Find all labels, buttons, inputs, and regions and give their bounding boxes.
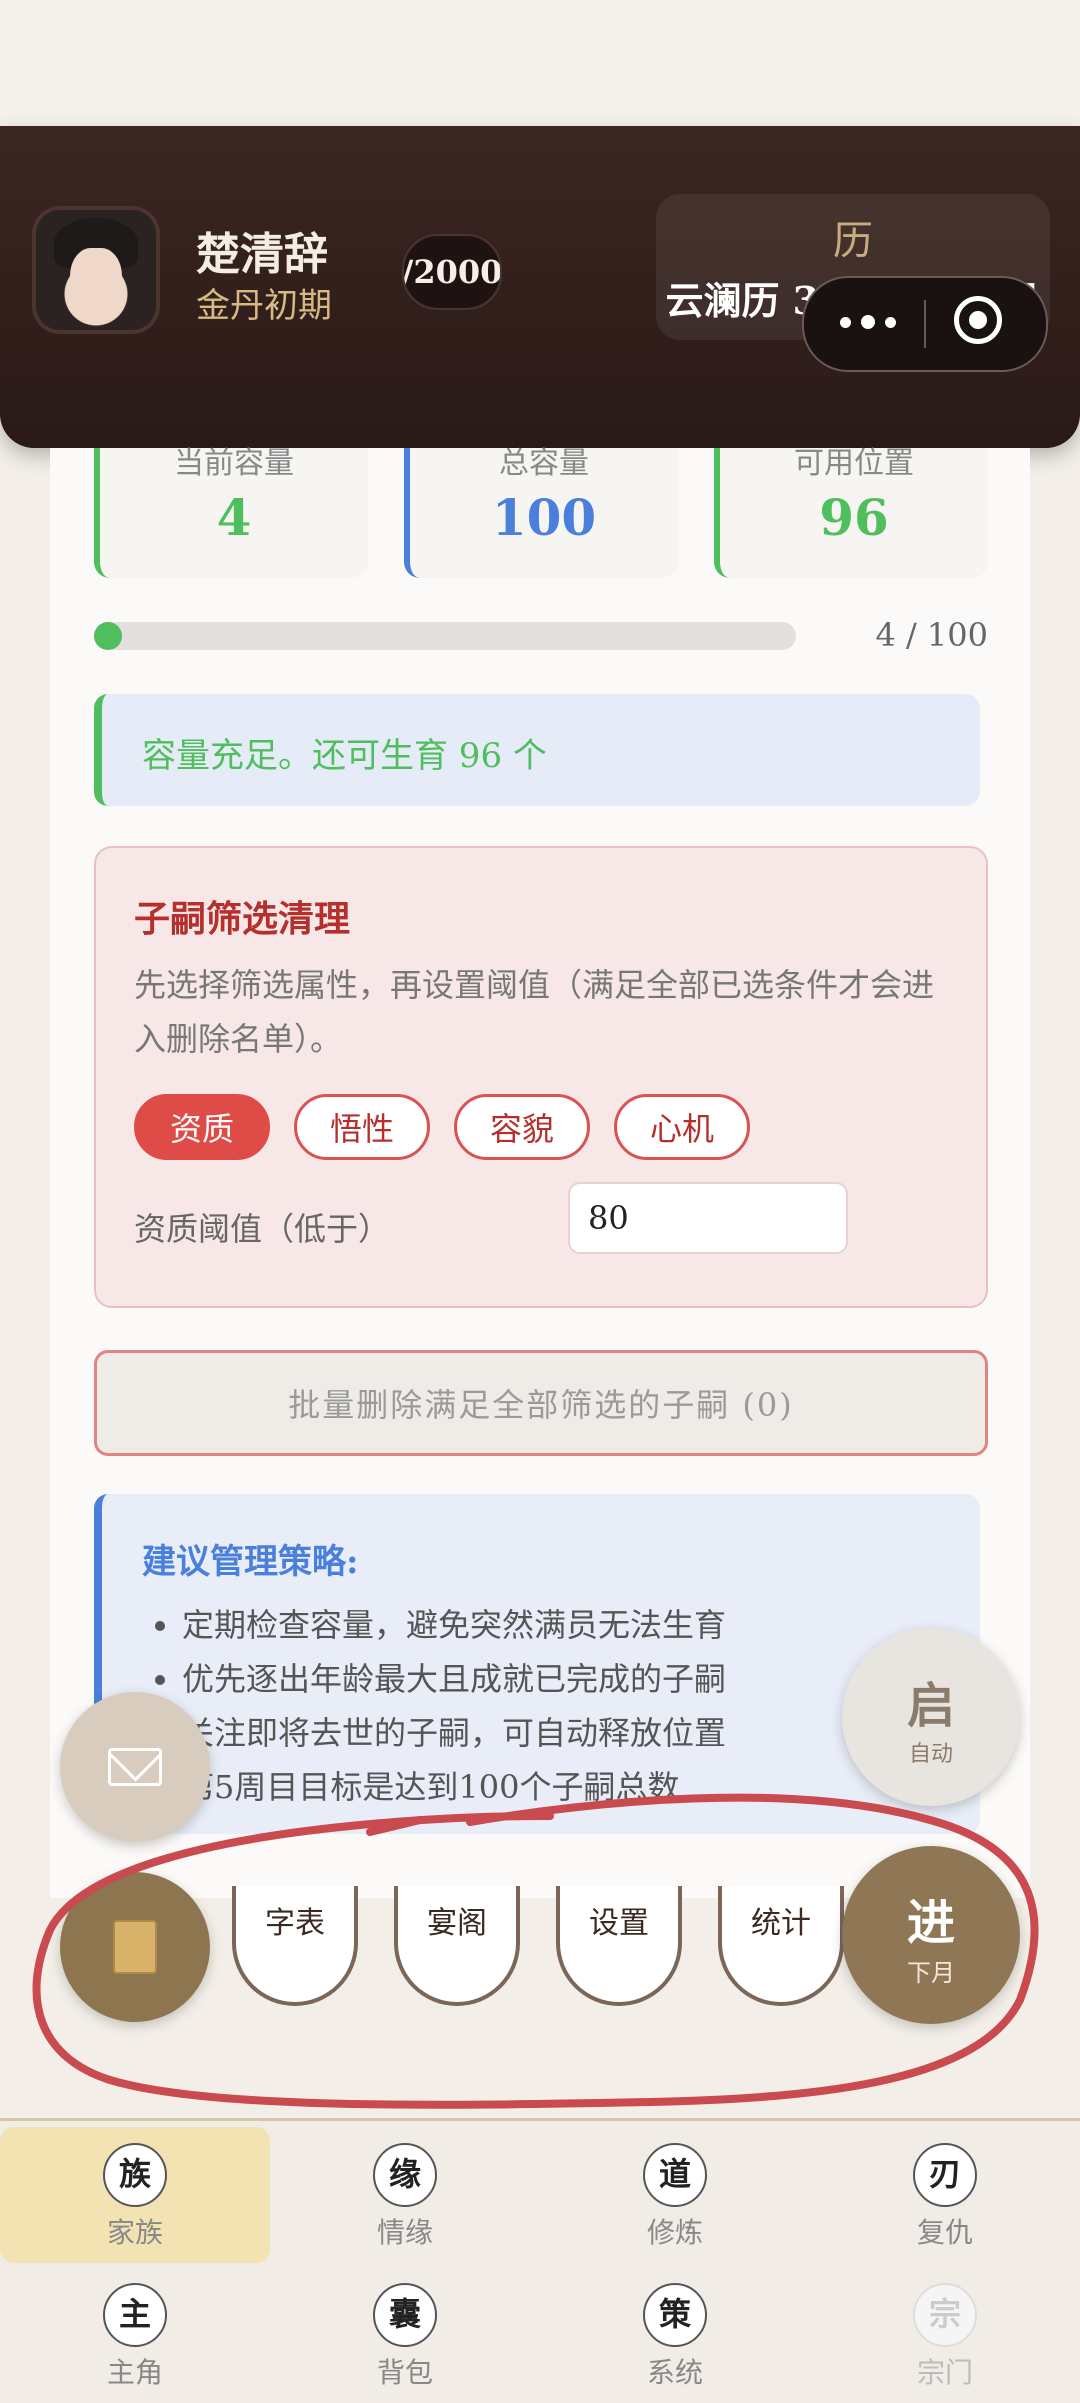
capacity-progress-fill <box>94 622 123 650</box>
chip-scheming[interactable]: 心机 <box>614 1094 750 1160</box>
experience-pill: /2000 <box>402 234 502 310</box>
nav-badge: 策 <box>643 2283 707 2347</box>
advice-list: 定期检查容量，避免突然满员无法生育 优先逐出年龄最大且成就已完成的子嗣 关注即将… <box>142 1598 862 1814</box>
character-name: 楚清辞 <box>196 229 328 280</box>
threshold-input[interactable] <box>568 1182 848 1254</box>
capacity-notice: 容量充足。还可生育 96 个 <box>94 694 980 806</box>
next-button-sublabel: 下月 <box>907 1958 955 1987</box>
chip-comprehension[interactable]: 悟性 <box>294 1094 430 1160</box>
close-target-icon[interactable] <box>954 296 1002 344</box>
nav-item-family[interactable]: 族 家族 <box>0 2121 270 2263</box>
nav-item-cultivation[interactable]: 道 修炼 <box>540 2121 810 2261</box>
tab-card[interactable]: 统计 <box>718 1886 844 2006</box>
nav-item-bag[interactable]: 囊 背包 <box>270 2261 540 2401</box>
nav-label: 背包 <box>376 2356 433 2389</box>
nav-badge: 宗 <box>913 2283 977 2347</box>
stat-total-capacity: 总容量 100 <box>404 446 678 578</box>
list-item: 定期检查容量，避免突然满员无法生育 <box>182 1598 862 1652</box>
capsule-divider <box>924 300 926 348</box>
scroll-icon <box>113 1920 157 1974</box>
list-item: 优先逐出年龄最大且成就已完成的子嗣 <box>182 1652 862 1706</box>
tab-card[interactable]: 宴阁 <box>394 1886 520 2006</box>
filter-title: 子嗣筛选清理 <box>134 898 351 940</box>
nav-badge: 主 <box>103 2283 167 2347</box>
status-bar-area <box>0 0 1080 126</box>
tab-label: 设置 <box>589 1906 649 1941</box>
nav-label: 主角 <box>106 2356 163 2389</box>
bottom-navigation: 族 家族 缘 情缘 道 修炼 刃 复仇 主 主角 囊 背包 策 系统 宗 宗门 <box>0 2118 1080 2403</box>
nav-label: 宗门 <box>916 2356 973 2389</box>
nav-item-romance[interactable]: 缘 情缘 <box>270 2121 540 2261</box>
filter-description: 先选择筛选属性，再设置阈值（满足全部已选条件才会进入删除名单）。 <box>134 966 935 1058</box>
capacity-notice-text: 容量充足。还可生育 96 个 <box>142 736 547 776</box>
tab-label: 字表 <box>265 1906 325 1941</box>
stat-value: 100 <box>491 488 597 547</box>
avatar[interactable] <box>36 210 156 330</box>
nav-badge: 囊 <box>373 2283 437 2347</box>
cultivation-realm: 金丹初期 <box>196 286 332 326</box>
nav-item-revenge[interactable]: 刃 复仇 <box>810 2121 1080 2261</box>
advice-panel: 建议管理策略: 定期检查容量，避免突然满员无法生育 优先逐出年龄最大且成就已完成… <box>94 1494 980 1834</box>
nav-label: 家族 <box>106 2216 163 2249</box>
more-icon[interactable] <box>834 300 904 344</box>
next-month-button[interactable]: 进 下月 <box>842 1846 1020 2024</box>
nav-label: 情缘 <box>376 2216 433 2249</box>
tab-label: 统计 <box>751 1906 811 1941</box>
auto-button-sublabel: 自动 <box>908 1742 953 1767</box>
nav-label: 复仇 <box>916 2216 973 2249</box>
scroll-button[interactable] <box>60 1872 210 2022</box>
stat-label: 当前容量 <box>174 446 294 481</box>
nav-badge: 道 <box>643 2143 707 2207</box>
list-item: 第5周目目标是达到100个子嗣总数 <box>182 1760 862 1814</box>
mail-icon <box>108 1748 162 1786</box>
chip-appearance[interactable]: 容貌 <box>454 1094 590 1160</box>
nav-item-sect[interactable]: 宗 宗门 <box>810 2261 1080 2401</box>
stat-value: 96 <box>819 488 889 547</box>
nav-badge: 刃 <box>913 2143 977 2207</box>
threshold-label: 资质阈值（低于） <box>134 1210 391 1248</box>
auto-button-label: 启 <box>906 1678 955 1734</box>
character-header: 楚清辞 金丹初期 /2000 历 云澜历 3576年 10月 <box>0 126 1080 448</box>
nav-item-protagonist[interactable]: 主 主角 <box>0 2261 270 2401</box>
calendar-label: 历 <box>833 218 873 264</box>
batch-delete-button[interactable]: 批量删除满足全部筛选的子嗣 (0) <box>94 1350 988 1456</box>
stat-available-slots: 可用位置 96 <box>714 446 988 578</box>
list-item: 关注即将去世的子嗣，可自动释放位置 <box>182 1706 862 1760</box>
offspring-filter-card: 子嗣筛选清理 先选择筛选属性，再设置阈值（满足全部已选条件才会进入删除名单）。 … <box>94 846 988 1308</box>
nav-badge: 缘 <box>373 2143 437 2207</box>
advice-title: 建议管理策略: <box>142 1542 359 1582</box>
auto-button[interactable]: 启 自动 <box>842 1628 1020 1806</box>
stat-current-capacity: 当前容量 4 <box>94 446 368 578</box>
miniprogram-capsule <box>802 276 1048 372</box>
tab-label: 宴阁 <box>427 1906 487 1941</box>
nav-label: 修炼 <box>646 2216 703 2249</box>
stat-label: 可用位置 <box>794 446 914 481</box>
capacity-progress-text: 4 / 100 <box>875 616 988 654</box>
capacity-progress-bar <box>94 622 796 650</box>
nav-badge: 族 <box>103 2143 167 2207</box>
stat-label: 总容量 <box>499 446 589 481</box>
chip-aptitude[interactable]: 资质 <box>134 1094 270 1160</box>
nav-label: 系统 <box>646 2356 703 2389</box>
nav-item-system[interactable]: 策 系统 <box>540 2261 810 2401</box>
stat-value: 4 <box>216 488 252 547</box>
next-button-label: 进 <box>906 1894 955 1951</box>
tab-card[interactable]: 字表 <box>232 1886 358 2006</box>
mail-button[interactable] <box>60 1692 210 1842</box>
tab-card[interactable]: 设置 <box>556 1886 682 2006</box>
